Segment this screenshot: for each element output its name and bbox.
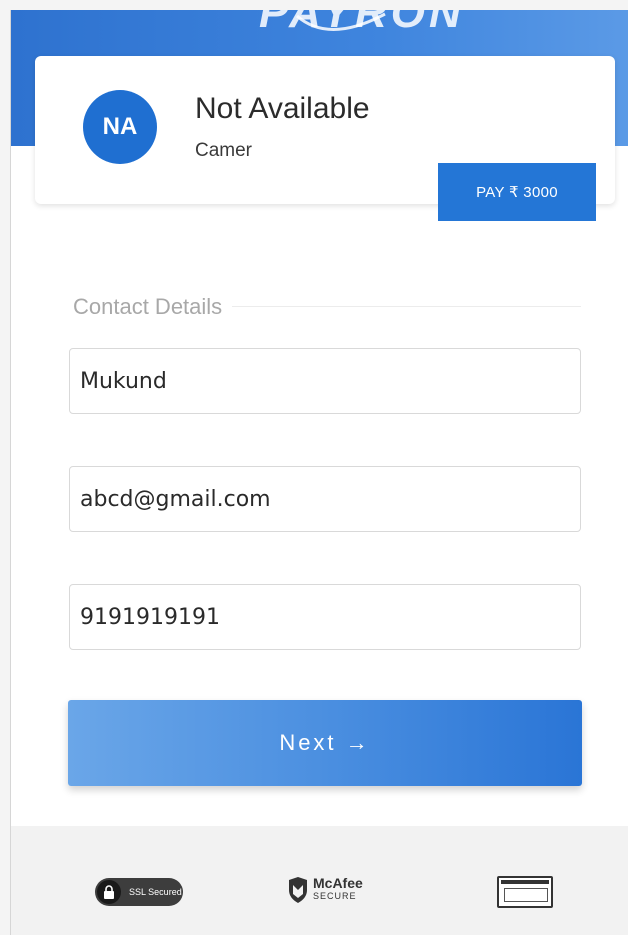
merchant-avatar: NA [83, 90, 157, 164]
next-button[interactable]: Next → [68, 700, 582, 786]
email-field[interactable]: abcd@gmail.com [69, 466, 581, 532]
security-footer: SSL Secured McAfee SECURE [11, 826, 628, 935]
mcafee-line2: SECURE [313, 891, 357, 901]
mcafee-secure-badge: McAfee SECURE [287, 870, 383, 910]
phone-field[interactable]: 9191919191 [69, 584, 581, 650]
pay-amount-button[interactable]: PAY ₹ 3000 [438, 163, 596, 221]
pci-badge-box [504, 888, 548, 902]
mcafee-shield-icon [289, 877, 307, 903]
checkout-frame: PAYRON NA Not Available Camer PAY ₹ 3000… [10, 10, 628, 935]
pci-compliance-badge [497, 876, 553, 908]
merchant-card: NA Not Available Camer PAY ₹ 3000 [35, 56, 615, 221]
name-field[interactable]: Mukund [69, 348, 581, 414]
ssl-label: SSL Secured [129, 887, 182, 897]
lock-icon [97, 880, 121, 904]
contact-details-heading: Contact Details [73, 294, 233, 320]
merchant-name: Not Available [195, 92, 370, 125]
merchant-subtitle: Camer [195, 140, 253, 161]
mcafee-line1: McAfee [313, 875, 363, 891]
logo-swoosh-icon [296, 12, 386, 31]
ssl-secured-badge: SSL Secured [95, 878, 183, 906]
pci-badge-bar [501, 880, 549, 884]
